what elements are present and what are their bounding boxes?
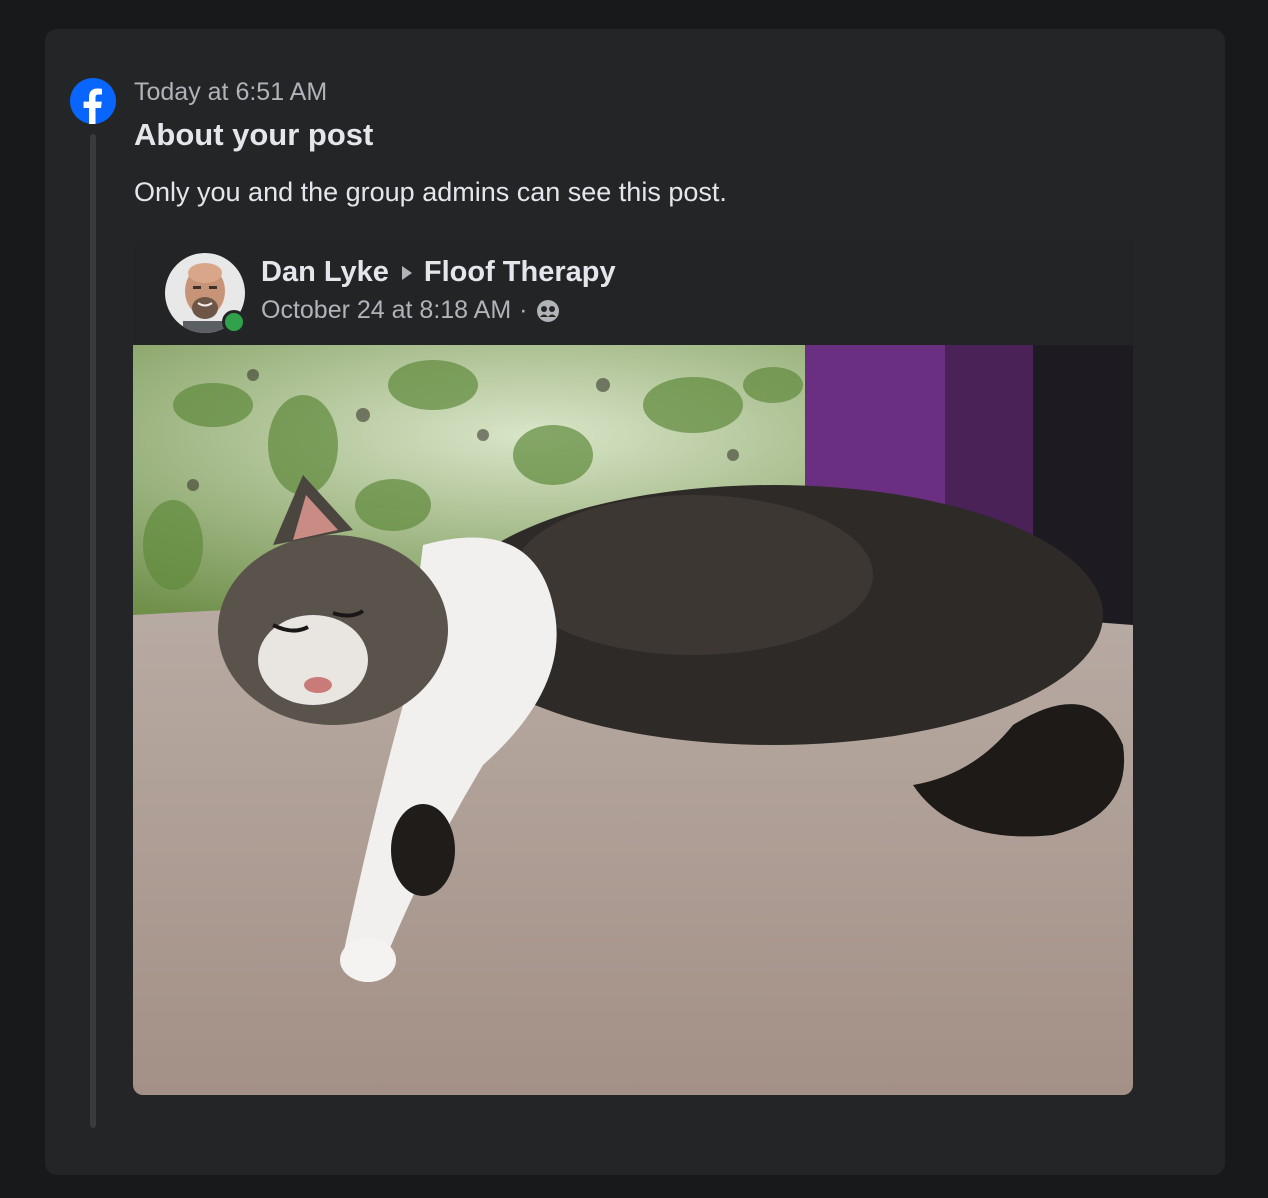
post-author-line: Dan Lyke Floof Therapy	[261, 256, 616, 289]
post-photo[interactable]	[133, 345, 1133, 1095]
author-name[interactable]: Dan Lyke	[261, 256, 389, 289]
post-header: Dan Lyke Floof Therapy October 24 at 8:1…	[133, 238, 1133, 345]
thread-line	[90, 134, 96, 1128]
group-members-icon[interactable]	[535, 298, 561, 324]
group-name[interactable]: Floof Therapy	[424, 256, 616, 289]
meta-separator: ·	[519, 296, 528, 324]
notification-timestamp: Today at 6:51 AM	[134, 78, 328, 106]
notification-title: About your post	[134, 117, 374, 152]
notification-message: Only you and the group admins can see th…	[134, 177, 727, 207]
online-status-dot	[222, 310, 246, 334]
post-date[interactable]: October 24 at 8:18 AM	[261, 296, 511, 325]
post-meta-line: October 24 at 8:18 AM ·	[261, 296, 561, 325]
post-preview[interactable]: Dan Lyke Floof Therapy October 24 at 8:1…	[133, 238, 1133, 1095]
triangle-right-icon	[401, 265, 412, 280]
facebook-logo-icon	[70, 78, 116, 124]
